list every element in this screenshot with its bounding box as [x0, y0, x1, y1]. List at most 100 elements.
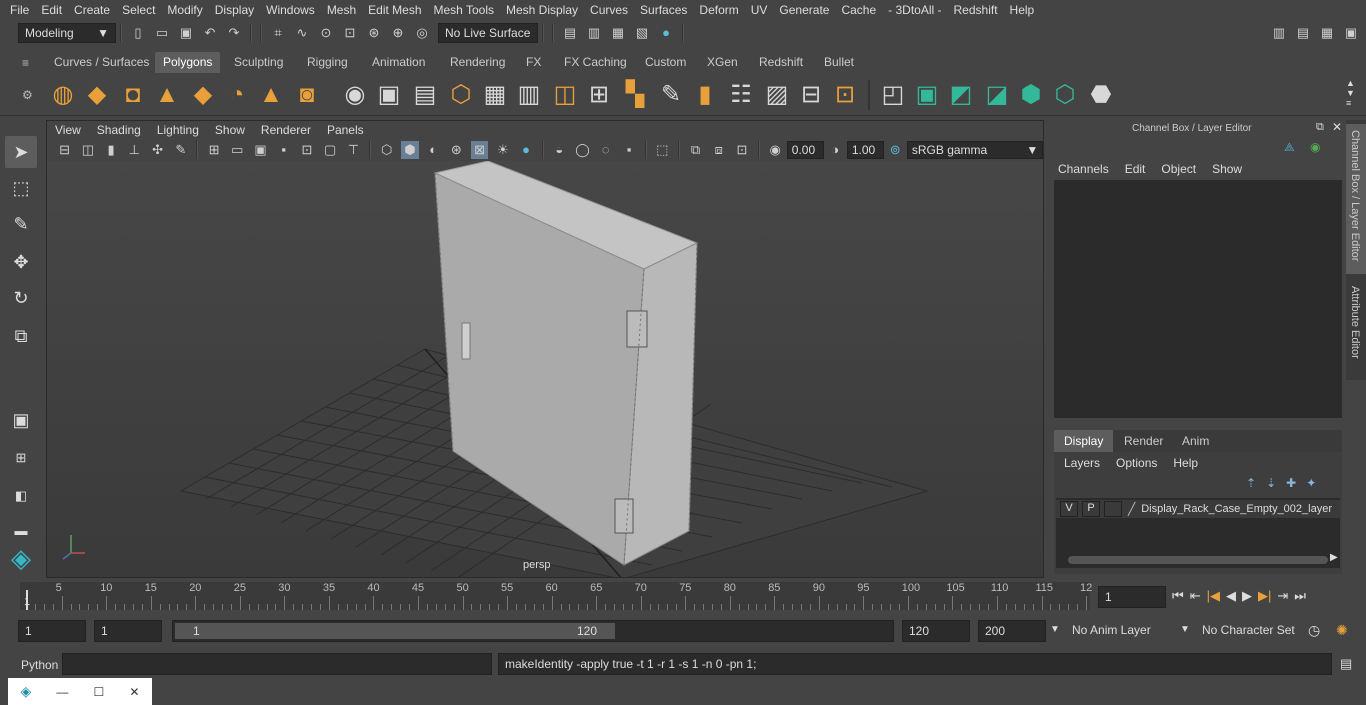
viewport-menu-view[interactable]: View — [47, 123, 89, 137]
ipr-render-icon[interactable]: ▥ — [585, 24, 603, 42]
manip-icon[interactable]: ◉ — [1310, 140, 1320, 154]
wireframe-on-shaded-icon[interactable]: ⊛ — [448, 141, 465, 159]
lights-icon[interactable]: ☀ — [494, 141, 511, 159]
range-slider-handle[interactable] — [175, 623, 615, 639]
image-plane-icon[interactable]: ⊥ — [126, 141, 143, 159]
snap-view-icon[interactable]: ⊡ — [341, 24, 359, 42]
step-forward-frame-icon[interactable]: ▶| — [1258, 588, 1271, 604]
shelf-tab-curves-surfaces[interactable]: Curves / Surfaces — [46, 52, 157, 73]
scene-start-field[interactable]: 1 — [18, 620, 86, 642]
single-perspective-icon[interactable]: ▣ — [5, 404, 37, 436]
shelf-tab-redshift[interactable]: Redshift — [751, 52, 811, 73]
channel-toggle-icon[interactable]: ⟁ — [1284, 140, 1295, 155]
menu-edit[interactable]: Edit — [35, 3, 68, 17]
backface-icon[interactable]: ⊡ — [733, 141, 750, 159]
new-layer-icon[interactable]: ✚ — [1286, 476, 1296, 490]
select-tool-icon[interactable]: ➤ — [5, 136, 37, 168]
menu-uv[interactable]: UV — [745, 3, 774, 17]
layout-icon[interactable]: ▤ — [1294, 24, 1312, 42]
layer-tab-display[interactable]: Display — [1054, 430, 1114, 452]
menu-deform[interactable]: Deform — [693, 3, 744, 17]
layer-visibility-toggle[interactable]: V — [1060, 501, 1078, 517]
resolution-gate-icon[interactable]: ▣ — [252, 141, 269, 159]
shelf-disc-icon[interactable]: ◔ — [222, 80, 252, 110]
grease-pencil-icon[interactable]: ✎ — [172, 141, 189, 159]
timeline-ticks[interactable]: 1 51015202530354045505560657075808590951… — [20, 582, 1092, 610]
shelf-torus-plane-icon[interactable]: ◆ — [188, 80, 218, 110]
scene-end-field[interactable]: 200 — [978, 620, 1046, 642]
paint-select-tool-icon[interactable]: ✎ — [5, 208, 37, 240]
shelf-wedge-icon[interactable]: ▮ — [690, 80, 720, 110]
layer-menu-options[interactable]: Options — [1116, 456, 1157, 470]
film-gate-icon[interactable]: ▭ — [229, 141, 246, 159]
close-window-icon[interactable]: ✕ — [129, 685, 139, 699]
time-slider[interactable]: 1 5 10 15 20 25 30 35 40 45 50 55 60 65 70 75 80 85 90 95 1… — [0, 582, 1366, 612]
character-set-dropdown[interactable]: No Character Set — [1196, 620, 1300, 642]
snap-surface-icon[interactable]: ⊛ — [365, 24, 383, 42]
step-forward-key-icon[interactable]: ⇥ — [1277, 588, 1288, 604]
motion-blur-icon[interactable]: ◯ — [574, 141, 591, 159]
go-to-start-icon[interactable]: ⏮ — [1172, 588, 1184, 604]
gamma-field[interactable]: 1.00 — [846, 141, 884, 159]
shelf-multi-cut-icon[interactable]: ▚ — [620, 80, 650, 110]
close-icon[interactable]: ✕ — [1332, 120, 1342, 134]
shelf-scroll-icon[interactable]: ▲ ▼ ≡ — [1346, 78, 1355, 108]
shelf-bridge-edge-icon[interactable]: ☷ — [726, 80, 756, 110]
menu-windows[interactable]: Windows — [260, 3, 321, 17]
shelf-pyramid-icon[interactable]: ▲ — [256, 80, 286, 110]
layer-menu-layers[interactable]: Layers — [1064, 456, 1100, 470]
layer-tab-anim[interactable]: Anim — [1172, 430, 1219, 452]
open-scene-icon[interactable]: ▭ — [153, 24, 171, 42]
current-frame-field[interactable]: 1 — [1098, 586, 1166, 608]
layer-tab-render[interactable]: Render — [1114, 430, 1173, 452]
gamma-icon[interactable]: ◑ — [827, 141, 844, 159]
exposure-icon[interactable]: ◉ — [767, 141, 784, 159]
channelbox-menu-show[interactable]: Show — [1212, 162, 1242, 176]
shelf-fill-hole-icon[interactable]: ⊡ — [830, 80, 860, 110]
two-d-pan-icon[interactable]: ✣ — [149, 141, 166, 159]
shelf-bridge-icon[interactable]: ▥ — [514, 80, 544, 110]
menu-generate[interactable]: Generate — [773, 3, 835, 17]
xray-active-icon[interactable]: ⧈ — [710, 141, 727, 159]
shelf-tab-bullet[interactable]: Bullet — [816, 52, 862, 73]
four-view-icon[interactable]: ⊞ — [5, 442, 37, 474]
shelf-bevel-edge-icon[interactable]: ▣ — [912, 80, 942, 110]
redo-icon[interactable]: ↷ — [225, 24, 243, 42]
playback-end-field[interactable]: 120 — [902, 620, 970, 642]
shelf-tab-fx[interactable]: FX — [518, 52, 549, 73]
layer-playback-toggle[interactable]: P — [1082, 501, 1100, 517]
snap-grid-icon[interactable]: ⌗ — [269, 24, 287, 42]
menu-cache[interactable]: Cache — [835, 3, 882, 17]
smooth-shade-icon[interactable]: ⬢ — [401, 141, 419, 159]
layer-color-icon[interactable]: ╱ — [1128, 502, 1135, 516]
workspace-icon[interactable]: ▥ — [1270, 24, 1288, 42]
shelf-smooth-icon[interactable]: ▦ — [480, 80, 510, 110]
shelf-combine-icon[interactable]: ◉ — [340, 80, 370, 110]
tab-channel-box[interactable]: Channel Box / Layer Editor — [1346, 124, 1366, 274]
move-tool-icon[interactable]: ✥ — [5, 246, 37, 278]
maya-window-icon[interactable]: ◈ — [21, 683, 32, 700]
default-material-icon[interactable]: ◐ — [425, 141, 442, 159]
wireframe-icon[interactable]: ⬡ — [378, 141, 395, 159]
grid-toggle-icon[interactable]: ⊞ — [205, 141, 222, 159]
channel-list[interactable] — [1054, 180, 1342, 418]
playback-start-field[interactable]: 1 — [94, 620, 162, 642]
camera-select-icon[interactable]: ⊟ — [56, 141, 73, 159]
viewport-menu-panels[interactable]: Panels — [319, 123, 372, 137]
anim-prefs-icon[interactable]: ✺ — [1336, 622, 1348, 639]
color-management-icon[interactable]: ⊚ — [887, 141, 904, 159]
shelf-tab-polygons[interactable]: Polygons — [155, 52, 221, 73]
move-layer-down-icon[interactable]: ⇣ — [1266, 476, 1276, 490]
viewport-panel[interactable]: View Shading Lighting Show Renderer Panels ⊟ … — [46, 120, 1044, 578]
shadows-icon[interactable]: ● — [517, 141, 534, 159]
color-space-dropdown[interactable]: sRGB gamma ▼ — [906, 141, 1043, 159]
shelf-extract-icon[interactable]: ▤ — [410, 80, 440, 110]
rotate-tool-icon[interactable]: ↻ — [5, 282, 37, 314]
shelf-planar-map-icon[interactable]: ⬢ — [1016, 80, 1046, 110]
render-frame-icon[interactable]: ▤ — [561, 24, 579, 42]
xray-icon[interactable]: ⊠ — [470, 141, 489, 159]
shelf-cylinder-icon[interactable]: ◘ — [118, 80, 148, 110]
shelf-separate-icon[interactable]: ▣ — [374, 80, 404, 110]
menu-file[interactable]: File — [4, 3, 35, 17]
menu-redshift[interactable]: Redshift — [948, 3, 1004, 17]
